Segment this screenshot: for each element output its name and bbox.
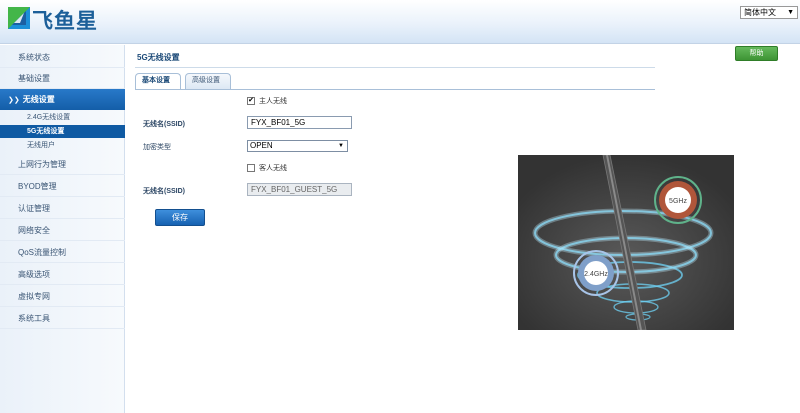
sidebar-subitem-5g[interactable]: 5G无线设置 (0, 125, 125, 138)
sidebar-item-basic-settings[interactable]: 基础设置 (0, 68, 125, 89)
sidebar-item-label: 无线设置 (22, 95, 55, 104)
tab-basic-settings[interactable]: 基本设置 (135, 73, 181, 89)
main-wireless-checkbox[interactable]: ✔ 主人无线 (247, 96, 287, 106)
sidebar-item-system-status[interactable]: 系统状态 (0, 47, 125, 68)
sidebar-item-label: 基础设置 (18, 74, 50, 83)
chevron-down-icon: ▼ (787, 9, 794, 16)
sidebar-item-label: 上网行为管理 (18, 160, 66, 169)
guest-wireless-label: 客人无线 (259, 165, 287, 172)
band-5ghz-label: 5GHz (669, 198, 687, 205)
band-5ghz-icon: 5GHz (654, 176, 702, 224)
sidebar-item-byod[interactable]: BYOD管理 (0, 176, 125, 197)
dual-band-illustration: 5GHz 2.4GHz (518, 155, 734, 330)
sidebar-subitem-label: 5G无线设置 (27, 128, 65, 135)
encryption-label: 加密类型 (143, 144, 171, 151)
guest-ssid-label: 无线名(SSID) (143, 188, 185, 195)
sidebar-item-label: QoS流量控制 (18, 248, 67, 257)
guest-wireless-checkbox[interactable]: 客人无线 (247, 163, 287, 173)
sidebar-item-label: 系统工具 (18, 314, 50, 323)
band-24ghz-label: 2.4GHz (584, 271, 608, 278)
sidebar-item-advanced[interactable]: 高级选项 (0, 264, 125, 285)
help-button[interactable]: 帮助 (735, 46, 778, 61)
save-button[interactable]: 保存 (155, 209, 205, 226)
sidebar: 系统状态 基础设置 ❯❯ 无线设置 2.4G无线设置 5G无线设置 无线用户 上网… (0, 45, 125, 413)
brand-name: 飞鱼星 (32, 9, 98, 33)
sidebar-subitem-label: 无线用户 (27, 142, 55, 149)
sidebar-item-label: BYOD管理 (18, 182, 57, 191)
tab-advanced-settings[interactable]: 高级设置 (185, 73, 231, 89)
chevron-down-icon: ▼ (338, 143, 344, 149)
sidebar-item-behavior-management[interactable]: 上网行为管理 (0, 154, 125, 175)
sidebar-item-label: 系统状态 (18, 53, 50, 62)
ssid-input[interactable] (247, 116, 352, 129)
checkbox-checked-icon: ✔ (247, 97, 255, 105)
language-select[interactable]: 简体中文 ▼ (740, 6, 798, 19)
wifi-waves-graphic: 5GHz 2.4GHz (518, 155, 734, 330)
language-value: 简体中文 (744, 8, 776, 17)
sidebar-item-wireless-settings[interactable]: ❯❯ 无线设置 (0, 89, 125, 110)
sidebar-item-label: 认证管理 (18, 204, 50, 213)
title-divider (135, 67, 655, 68)
guest-ssid-input[interactable] (247, 183, 352, 196)
sidebar-item-authentication[interactable]: 认证管理 (0, 198, 125, 219)
double-chevron-down-icon: ❯❯ (8, 97, 20, 104)
sidebar-subitem-24g[interactable]: 2.4G无线设置 (0, 111, 125, 124)
brand-logo: 飞鱼星 (8, 7, 158, 35)
main-wireless-label: 主人无线 (259, 98, 287, 105)
sidebar-item-system-tools[interactable]: 系统工具 (0, 308, 125, 329)
sidebar-subitem-label: 2.4G无线设置 (27, 114, 71, 121)
header: 飞鱼星 简体中文 ▼ (0, 0, 800, 44)
sidebar-item-qos[interactable]: QoS流量控制 (0, 242, 125, 263)
sidebar-item-label: 高级选项 (18, 270, 50, 279)
checkbox-unchecked-icon (247, 164, 255, 172)
page-title: 5G无线设置 (137, 53, 180, 62)
sidebar-item-label: 虚拟专网 (18, 292, 50, 301)
sidebar-item-vpn[interactable]: 虚拟专网 (0, 286, 125, 307)
sidebar-item-network-security[interactable]: 网络安全 (0, 220, 125, 241)
sidebar-subitem-wireless-users[interactable]: 无线用户 (0, 139, 125, 152)
encryption-value: OPEN (250, 141, 273, 150)
logo-mark-icon (8, 7, 30, 29)
sidebar-item-label: 网络安全 (18, 226, 50, 235)
ssid-label: 无线名(SSID) (143, 121, 185, 128)
band-24ghz-icon: 2.4GHz (573, 250, 619, 296)
encryption-select[interactable]: OPEN ▼ (247, 140, 348, 152)
tab-divider (135, 89, 655, 90)
